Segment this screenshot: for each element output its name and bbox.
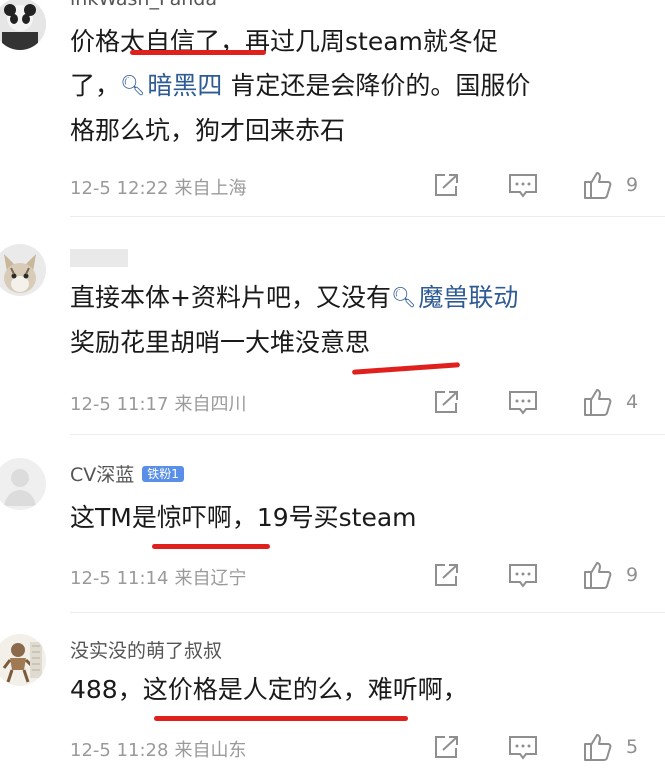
comment-text-fragment: 肯定还是会降价的。国服价: [222, 71, 531, 100]
like-count: 5: [626, 736, 639, 758]
comment-meta: 12-5 11:28 来自山东: [70, 736, 246, 762]
location: 来自辽宁: [174, 568, 247, 589]
location: 来自上海: [174, 178, 247, 199]
comment-text-fragment: 了，: [70, 71, 121, 100]
comment-line: 这TM是惊吓啊，19号买steam: [70, 503, 417, 532]
share-icon: [435, 564, 458, 586]
comment-item: 没实没的萌了叔叔 488，这价格是人定的么，难听啊， 12-5 11:28 来自山…: [0, 612, 665, 773]
comment-line: 格那么坑，狗才回来赤石: [70, 116, 346, 145]
comment-line: 488，这价格是人定的么，难听啊，: [70, 675, 468, 704]
like-count: 9: [626, 174, 639, 196]
like-icon: [584, 389, 612, 416]
comment-meta: 12-5 12:22 来自上海: [70, 174, 246, 200]
username[interactable]: [70, 246, 128, 268]
comment-meta: 12-5 11:14 来自辽宁: [70, 564, 246, 590]
comment-text: 价格太自信了，再过几周steam就冬促 了，🔍︎暗黑四 肯定还是会降价的。国服价…: [70, 20, 650, 153]
share-button[interactable]: [433, 734, 461, 760]
comment-icon: [509, 736, 537, 760]
avatar[interactable]: [0, 458, 46, 510]
topic-label: 暗黑四: [147, 71, 223, 100]
annotation-underline: [152, 544, 270, 549]
search-icon: 🔍︎: [390, 285, 417, 309]
share-button[interactable]: [433, 389, 461, 415]
comment-meta: 12-5 11:17 来自四川: [70, 390, 246, 416]
comment-text: 直接本体+资料片吧，又没有🔍︎魔兽联动 奖励花里胡哨一大堆没意思: [70, 276, 650, 365]
like-icon: [584, 172, 612, 199]
like-button[interactable]: 4: [582, 386, 638, 418]
comment-item: 直接本体+资料片吧，又没有🔍︎魔兽联动 奖励花里胡哨一大堆没意思 12-5 11…: [0, 216, 665, 434]
share-icon: [435, 391, 458, 413]
location: 来自四川: [174, 394, 247, 415]
timestamp: 12-5 11:17: [70, 394, 169, 415]
comment-icon: [509, 391, 537, 415]
comment-text-fragment: 直接本体+资料片吧，又没有: [70, 283, 391, 312]
like-button[interactable]: 9: [582, 559, 638, 591]
comment-line: 奖励花里胡哨一大堆没意思: [70, 328, 371, 357]
avatar[interactable]: [0, 634, 46, 686]
share-icon: [435, 174, 458, 196]
share-button[interactable]: [433, 562, 461, 588]
comment-text: 这TM是惊吓啊，19号买steam: [70, 496, 650, 540]
like-count: 9: [626, 564, 639, 586]
topic-link[interactable]: 🔍︎魔兽联动: [391, 283, 518, 312]
share-button[interactable]: [433, 172, 461, 198]
comment-button[interactable]: [508, 735, 538, 761]
comment-line: 直接本体+资料片吧，又没有🔍︎魔兽联动: [70, 276, 650, 321]
comment-text: 488，这价格是人定的么，难听啊，: [70, 668, 650, 712]
topic-label: 魔兽联动: [418, 283, 519, 312]
comment-icon: [509, 564, 537, 588]
comment-icon: [509, 174, 537, 198]
avatar[interactable]: [0, 244, 46, 296]
comment-item: inkWash_Panda 价格太自信了，再过几周steam就冬促 了，🔍︎暗黑…: [0, 0, 665, 216]
username[interactable]: 没实没的萌了叔叔: [70, 636, 222, 663]
comment-line: 了，🔍︎暗黑四 肯定还是会降价的。国服价: [70, 64, 650, 109]
timestamp: 12-5 11:28: [70, 740, 169, 761]
topic-link[interactable]: 🔍︎暗黑四: [120, 71, 222, 100]
username[interactable]: CV深蓝 铁粉1: [70, 460, 184, 487]
comment-item: CV深蓝 铁粉1 这TM是惊吓啊，19号买steam 12-5 11:14 来自辽宁…: [0, 434, 665, 612]
comment-button[interactable]: [508, 390, 538, 416]
like-button[interactable]: 9: [582, 169, 638, 201]
share-icon: [435, 736, 458, 758]
like-button[interactable]: 5: [582, 731, 638, 763]
annotation-underline: [154, 716, 408, 721]
location: 来自山东: [174, 740, 247, 761]
username[interactable]: inkWash_Panda: [70, 0, 217, 10]
annotation-underline: [130, 50, 266, 55]
comment-button[interactable]: [508, 563, 538, 589]
timestamp: 12-5 11:14: [70, 568, 169, 589]
like-icon: [584, 734, 612, 761]
like-icon: [584, 562, 612, 589]
avatar[interactable]: [0, 0, 46, 50]
timestamp: 12-5 12:22: [70, 178, 169, 199]
comment-line: 价格太自信了，再过几周steam就冬促: [70, 27, 498, 56]
like-count: 4: [626, 391, 639, 413]
fan-badge[interactable]: 铁粉1: [142, 466, 184, 482]
search-icon: 🔍︎: [120, 73, 146, 97]
comment-button[interactable]: [508, 173, 538, 199]
